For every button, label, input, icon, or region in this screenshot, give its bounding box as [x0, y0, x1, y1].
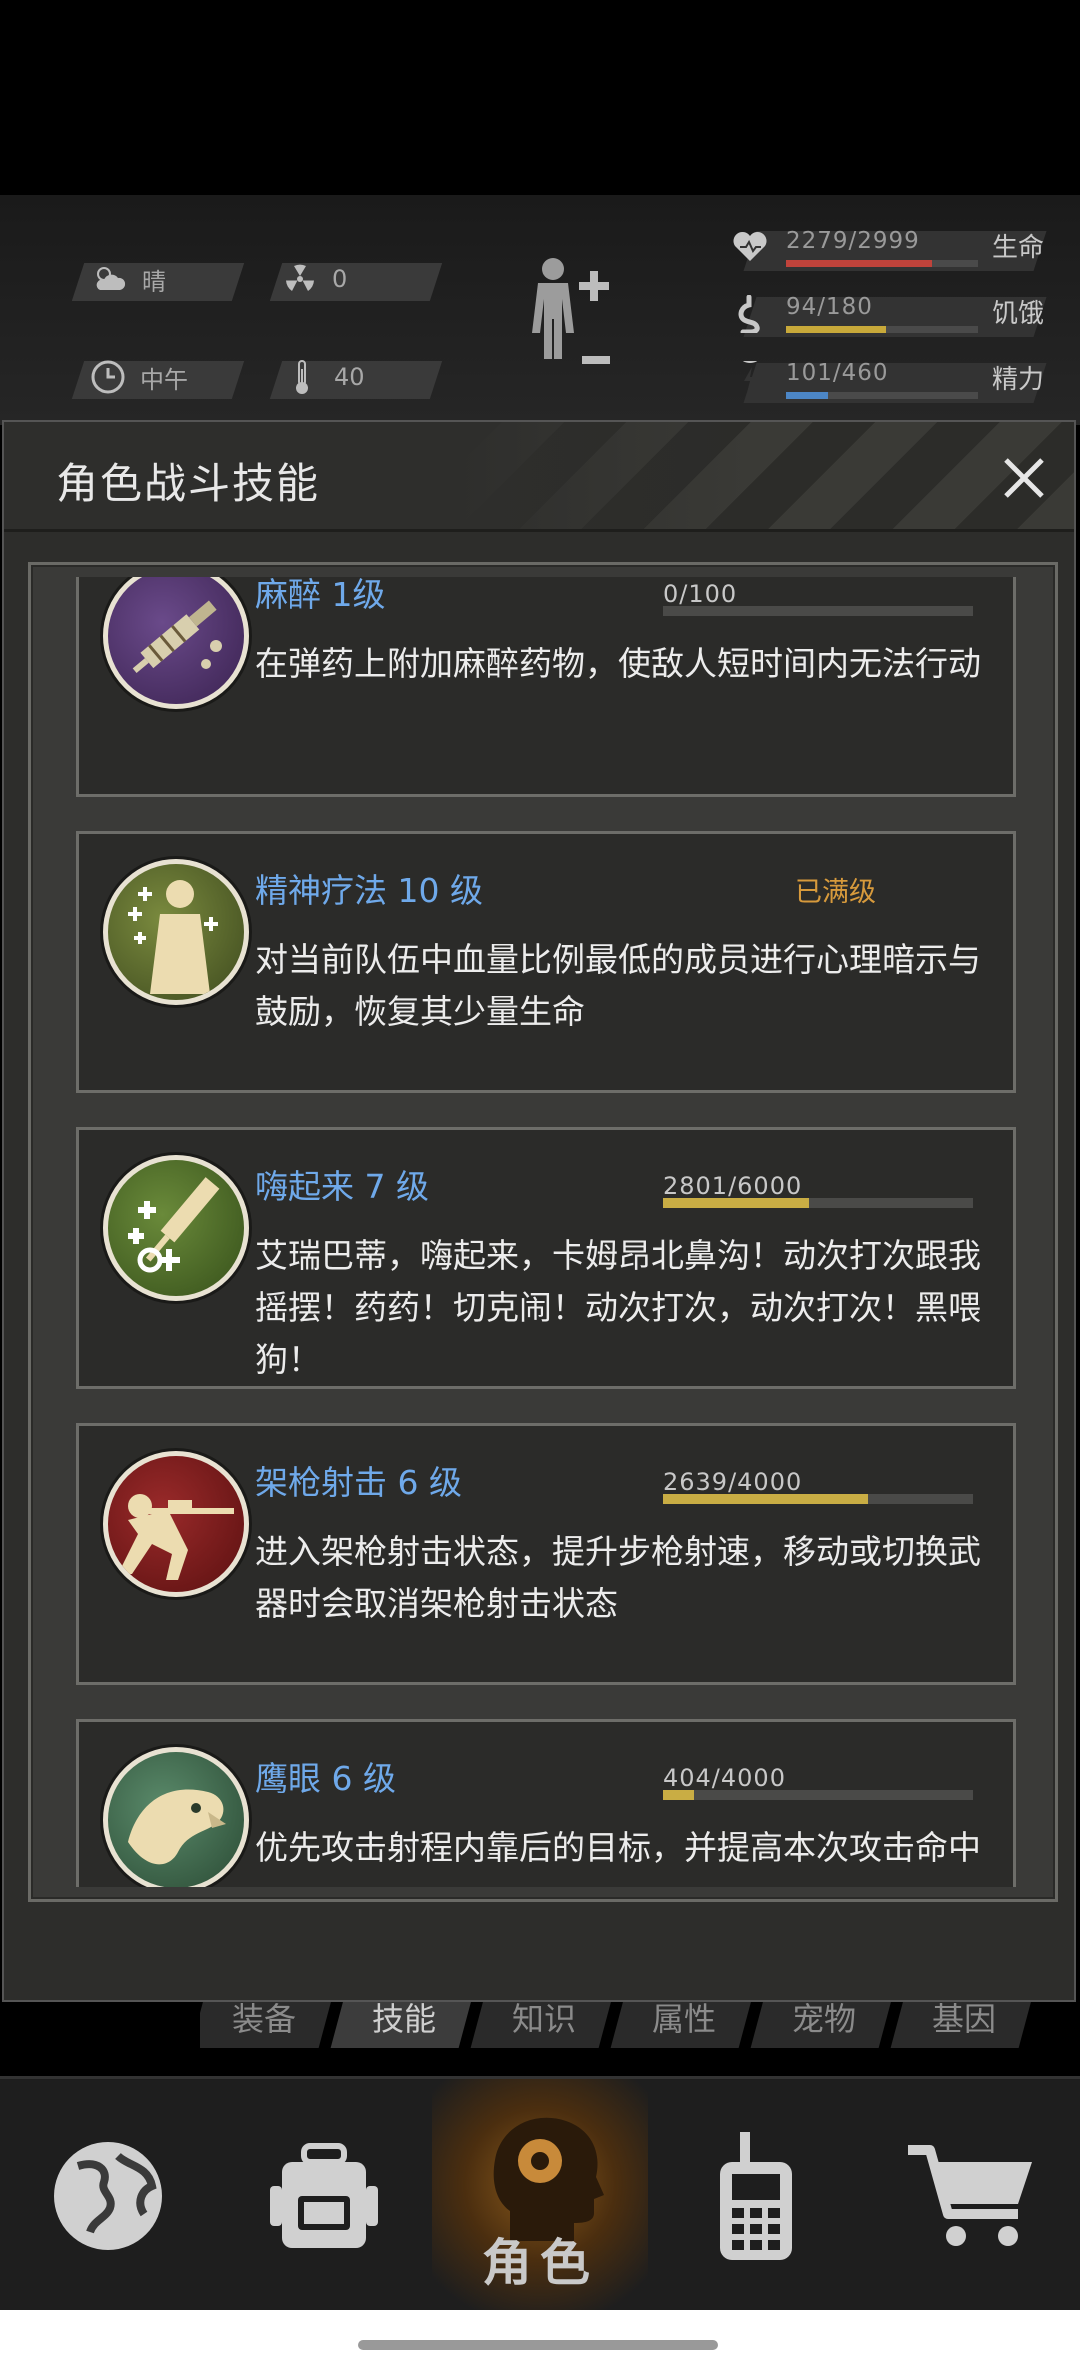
health-value: 2279/2999 [786, 228, 920, 254]
energy-value: 101/460 [786, 360, 889, 386]
thermometer-icon [284, 359, 320, 395]
temperature-value: 40 [334, 363, 365, 391]
skill-name: 架枪射击 6 级 [255, 1463, 462, 1502]
energy-icon [730, 335, 770, 401]
nav-character-label: 角色 [482, 2234, 598, 2292]
skill-xp: 2639/4000 [663, 1468, 973, 1508]
nav-character[interactable]: 角色 [432, 2079, 648, 2313]
modal-header: 角色战斗技能 [4, 422, 1074, 532]
nav-map[interactable] [0, 2079, 216, 2313]
nav-backpack[interactable] [216, 2079, 432, 2313]
skill-list[interactable]: 麻醉 1级 0/100 在弹药上附加麻醉药物，使敌人短时间内无法行动 精神疗法 … [28, 562, 1058, 1902]
psychotherapy-icon [103, 859, 249, 1005]
modal-title: 角色战斗技能 [56, 459, 321, 508]
xp-text: 2639/4000 [663, 1468, 803, 1496]
combat-skills-modal: 角色战斗技能 麻醉 1级 0/100 在弹药上附加麻醉药物，使敌人短时间内无法行… [2, 420, 1076, 2002]
health-label: 生命 [992, 233, 1045, 263]
xp-text: 2801/6000 [663, 1172, 803, 1200]
sniper-icon [103, 1451, 249, 1597]
energy-bar [786, 392, 978, 399]
tab-equipment-label: 装备 [231, 2002, 296, 2038]
tab-genes-label: 基因 [931, 2002, 996, 2038]
heart-icon [730, 229, 770, 269]
clock-icon [90, 359, 126, 395]
skill-card-hype[interactable]: 嗨起来 7 级 2801/6000 艾瑞巴蒂，嗨起来，卡姆昂北鼻沟！动次打次跟我… [76, 1127, 1016, 1389]
health-bar-fill [786, 260, 932, 267]
skill-name: 麻醉 1级 [255, 577, 386, 614]
hunger-stat: 94/180 饥饿 [730, 291, 1060, 341]
energy-stat: 101/460 精力 [730, 335, 1060, 407]
radiation-status: 0 [282, 261, 347, 297]
globe-icon [54, 2142, 162, 2250]
time-value: 中午 [140, 365, 188, 394]
system-gesture-bar [0, 2310, 1080, 2377]
health-stat: 2279/2999 生命 [730, 225, 1060, 275]
hunger-bar-fill [786, 326, 886, 333]
radio-icon [720, 2132, 792, 2260]
radiation-value: 0 [332, 265, 348, 293]
xp-text: 0/100 [663, 580, 738, 608]
skill-description: 对当前队伍中血量比例最低的成员进行心理暗示与鼓励，恢复其少量生命 [255, 940, 981, 1031]
energy-label: 精力 [992, 365, 1045, 395]
skill-list-viewport: 麻醉 1级 0/100 在弹药上附加麻醉药物，使敌人短时间内无法行动 精神疗法 … [31, 577, 1055, 1887]
nav-radio[interactable] [648, 2079, 864, 2313]
xp-text: 404/4000 [663, 1764, 786, 1792]
skill-description: 艾瑞巴蒂，嗨起来，卡姆昂北鼻沟！动次打次跟我摇摆！药药！切克闹！动次打次，动次打… [255, 1236, 981, 1379]
cart-icon [908, 2145, 1032, 2246]
weather-value: 晴 [142, 267, 166, 296]
character-subtabs: 装备 技能 知识 属性 宠物 基因 [200, 2002, 1080, 2076]
weather-status: 晴 [92, 261, 166, 297]
maxed-badge: 已满级 [795, 877, 876, 908]
human-figure-icon [532, 258, 610, 364]
health-bar [786, 260, 978, 267]
body-status-button[interactable] [520, 253, 630, 403]
hunger-label: 饥饿 [992, 299, 1045, 329]
skill-description: 进入架枪射击状态，提升步枪射速，移动或切换武器时会取消架枪射击状态 [255, 1532, 981, 1623]
skill-card-eagle-eye[interactable]: 鹰眼 6 级 404/4000 优先攻击射程内靠后的目标，并提高本次攻击命中 [76, 1719, 1016, 1887]
hunger-bar [786, 326, 978, 333]
home-indicator[interactable] [358, 2340, 718, 2350]
stomach-icon [730, 294, 770, 335]
tab-attributes-label: 属性 [651, 2002, 716, 2038]
tab-knowledge-label: 知识 [511, 2002, 576, 2038]
skill-name: 精神疗法 10 级 [255, 871, 483, 910]
skill-name: 鹰眼 6 级 [255, 1759, 396, 1798]
hype-icon [103, 1155, 249, 1301]
nav-shop[interactable] [864, 2079, 1080, 2313]
cloudy-icon [92, 261, 128, 297]
skill-description: 在弹药上附加麻醉药物，使敌人短时间内无法行动 [255, 644, 981, 683]
time-status: 中午 [90, 359, 188, 395]
skill-xp: 0/100 [663, 580, 973, 620]
status-hud: 晴 0 中午 40 2279/2999 生命 94/180 饥饿 101/460… [0, 195, 1080, 425]
close-button[interactable] [994, 448, 1054, 508]
syringe-icon [103, 577, 249, 709]
close-icon [1004, 458, 1044, 498]
radiation-icon [282, 261, 318, 297]
skill-xp: 2801/6000 [663, 1172, 973, 1212]
skill-description: 优先攻击射程内靠后的目标，并提高本次攻击命中 [255, 1828, 981, 1867]
temperature-status: 40 [284, 359, 365, 395]
tab-skills-label: 技能 [371, 2002, 436, 2038]
skill-xp: 404/4000 [663, 1764, 973, 1804]
hunger-value: 94/180 [786, 294, 873, 320]
skill-card-psychotherapy[interactable]: 精神疗法 10 级 已满级 对当前队伍中血量比例最低的成员进行心理暗示与鼓励，恢… [76, 831, 1016, 1093]
backpack-icon [270, 2143, 378, 2248]
skill-card-anesthesia[interactable]: 麻醉 1级 0/100 在弹药上附加麻醉药物，使敌人短时间内无法行动 [76, 577, 1016, 797]
bottom-nav: 角色 [0, 2076, 1080, 2313]
skill-name: 嗨起来 7 级 [255, 1167, 429, 1206]
energy-bar-fill [786, 392, 829, 399]
tab-pets-label: 宠物 [791, 2002, 856, 2038]
skill-card-sniper[interactable]: 架枪射击 6 级 2639/4000 进入架枪射击状态，提升步枪射速，移动或切换… [76, 1423, 1016, 1685]
eagle-eye-icon [103, 1747, 249, 1887]
